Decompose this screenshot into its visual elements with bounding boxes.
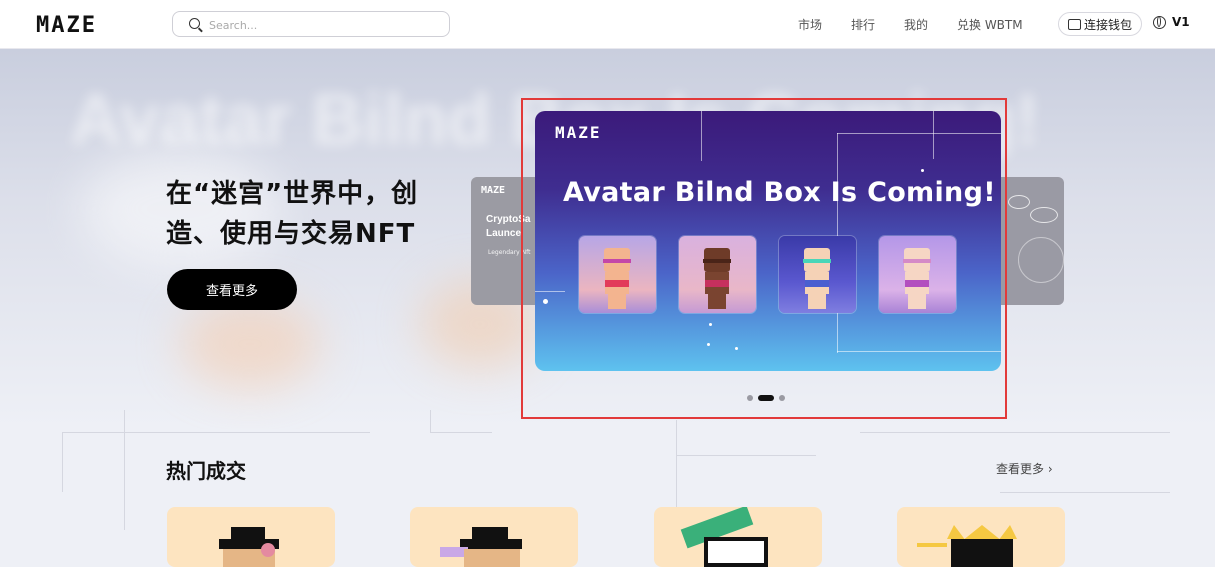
hot-trades-title: 热门成交 (166, 459, 246, 483)
wallet-icon (1067, 18, 1081, 30)
decor-grid-line (430, 432, 492, 433)
highlight-box (521, 98, 1007, 419)
hero-title-line2: 造、使用与交易NFT (166, 219, 416, 249)
carousel-dot-3[interactable] (779, 395, 785, 401)
hot-nft-card-2[interactable] (410, 507, 578, 567)
decor-globe (1018, 237, 1064, 283)
globe-icon (1153, 15, 1166, 29)
carousel-pagination (747, 395, 785, 401)
maze-logo[interactable]: MAZE (36, 13, 97, 38)
search-input[interactable] (207, 16, 441, 34)
decor-grid-line (430, 410, 431, 432)
decor-grid-line (676, 455, 816, 456)
blur-blob (180, 299, 320, 389)
connect-wallet-label: 连接钱包 (1083, 17, 1132, 32)
nav-swap-wbtm[interactable]: 兑换 WBTM (957, 16, 1023, 33)
hot-nft-card-3[interactable] (654, 507, 822, 567)
nav-mine[interactable]: 我的 (904, 16, 928, 33)
decor-ring (1008, 195, 1030, 209)
decor-grid-line (62, 432, 370, 433)
search-box[interactable] (172, 11, 450, 37)
version-label: V1 (1172, 15, 1190, 29)
hot-nft-card-4[interactable] (897, 507, 1065, 567)
search-icon (189, 18, 200, 29)
decor-grid-line (62, 432, 63, 492)
hot-trades-view-more-link[interactable]: 查看更多 › (996, 460, 1053, 477)
decor-grid-line (124, 410, 125, 530)
top-navbar: MAZE 市场 排行 我的 兑换 WBTM 连接钱包 V1 (0, 0, 1215, 49)
carousel-dot-2[interactable] (758, 395, 774, 401)
carousel-dot-1[interactable] (747, 395, 753, 401)
decor-ring (1030, 207, 1058, 223)
decor-grid-line (676, 420, 677, 520)
connect-wallet-button[interactable]: 连接钱包 (1058, 12, 1142, 36)
nav-market[interactable]: 市场 (798, 16, 822, 33)
hero-title: 在“迷宫”世界中，创 造、使用与交易NFT (166, 174, 418, 254)
hero-title-line1: 在“迷宫”世界中，创 (166, 179, 419, 209)
hot-nft-card-1[interactable] (167, 507, 335, 567)
decor-grid-line (1000, 492, 1170, 493)
decor-grid-line (860, 432, 1170, 433)
language-switcher[interactable]: V1 (1153, 15, 1190, 29)
hero-view-more-button[interactable]: 查看更多 (167, 269, 297, 310)
nav-ranking[interactable]: 排行 (851, 16, 875, 33)
card-logo: MAZE (481, 185, 506, 196)
